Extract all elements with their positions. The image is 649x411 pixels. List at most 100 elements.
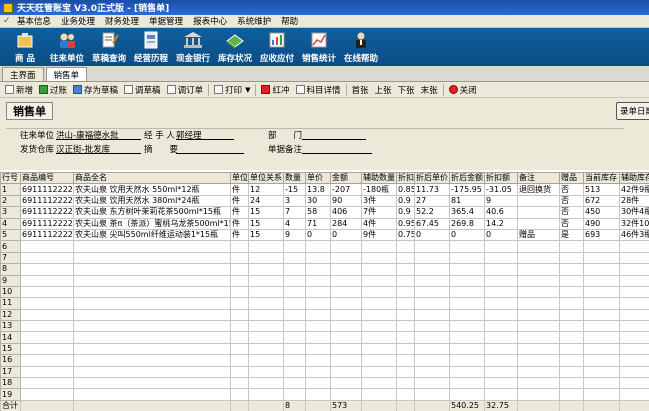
history-button[interactable]: 经营历程	[130, 30, 172, 66]
table-cell[interactable]: 4	[283, 217, 306, 230]
table-cell[interactable]	[73, 251, 231, 265]
table-cell[interactable]: 否	[559, 194, 584, 208]
table-cell[interactable]	[361, 354, 397, 367]
table-cell[interactable]	[330, 365, 362, 379]
table-cell[interactable]: 450	[583, 206, 620, 219]
table-cell[interactable]: 否	[559, 206, 584, 219]
table-row[interactable]: 16	[0, 354, 649, 367]
table-cell[interactable]	[330, 320, 362, 333]
table-cell[interactable]	[583, 263, 620, 276]
table-cell[interactable]: 是	[559, 228, 584, 242]
table-cell[interactable]	[361, 365, 397, 379]
new-button[interactable]: 新增	[2, 84, 36, 96]
table-cell[interactable]	[305, 354, 331, 367]
table-cell[interactable]	[20, 342, 74, 356]
table-cell[interactable]	[396, 354, 415, 367]
table-cell[interactable]: 42件9瓶	[619, 183, 649, 196]
table-cell[interactable]	[283, 308, 306, 322]
table-cell[interactable]	[283, 240, 306, 253]
table-cell[interactable]	[361, 240, 397, 253]
table-cell[interactable]	[583, 388, 620, 401]
table-cell[interactable]	[517, 342, 560, 356]
table-cell[interactable]	[559, 274, 584, 287]
table-cell[interactable]	[449, 365, 485, 379]
table-cell[interactable]	[414, 331, 450, 344]
table-cell[interactable]	[73, 365, 231, 379]
table-cell[interactable]	[449, 377, 485, 390]
column-header[interactable]: 赠品	[559, 171, 584, 185]
table-row[interactable]: 26911112222002农夫山泉 饮用天然水 380ml*24瓶件24330…	[0, 194, 649, 208]
table-cell[interactable]	[283, 251, 306, 265]
table-row[interactable]: 19	[0, 388, 649, 401]
table-cell[interactable]: 6911112222003	[20, 206, 74, 219]
cash-bank-button[interactable]: 现金银行	[172, 30, 214, 66]
table-cell[interactable]: 6911112222005	[20, 228, 74, 242]
table-cell[interactable]	[396, 342, 415, 356]
table-cell[interactable]	[361, 263, 397, 276]
table-cell[interactable]	[361, 251, 397, 265]
table-cell[interactable]	[449, 263, 485, 276]
table-row[interactable]: 14	[0, 331, 649, 344]
table-cell[interactable]	[484, 285, 518, 299]
table-cell[interactable]	[517, 297, 560, 310]
table-cell[interactable]	[330, 263, 362, 276]
table-cell[interactable]	[73, 285, 231, 299]
table-cell[interactable]	[283, 377, 306, 390]
table-cell[interactable]	[414, 377, 450, 390]
last-record-button[interactable]: 末张	[418, 84, 441, 96]
column-header[interactable]: 商品编号	[20, 171, 74, 185]
table-cell[interactable]: 0	[305, 228, 331, 242]
table-cell[interactable]	[230, 354, 249, 367]
table-cell[interactable]	[248, 274, 284, 287]
table-cell[interactable]: 件	[230, 228, 249, 242]
table-cell[interactable]: -175.95	[449, 183, 485, 196]
table-cell[interactable]: 15	[248, 217, 284, 230]
column-header[interactable]: 商品全名	[73, 171, 231, 185]
table-cell[interactable]	[484, 240, 518, 253]
table-cell[interactable]: 27	[414, 194, 450, 208]
table-cell[interactable]	[484, 365, 518, 379]
table-cell[interactable]	[619, 308, 649, 322]
table-cell[interactable]	[20, 274, 74, 287]
table-cell[interactable]	[414, 365, 450, 379]
table-cell[interactable]	[248, 285, 284, 299]
table-cell[interactable]	[20, 377, 74, 390]
table-cell[interactable]	[330, 240, 362, 253]
table-cell[interactable]	[20, 308, 74, 322]
column-header[interactable]: 行号	[0, 171, 21, 185]
table-cell[interactable]	[517, 263, 560, 276]
table-row[interactable]: 10	[0, 285, 649, 299]
table-cell[interactable]: -15	[283, 183, 306, 196]
table-row[interactable]: 36911112222003农夫山泉 东方树叶茉莉花茶500ml*15瓶件157…	[0, 206, 649, 219]
table-cell[interactable]	[414, 263, 450, 276]
table-cell[interactable]	[559, 308, 584, 322]
table-cell[interactable]	[20, 240, 74, 253]
table-cell[interactable]: 0	[449, 228, 485, 242]
table-cell[interactable]: 退回换货	[517, 183, 560, 196]
table-cell[interactable]	[559, 377, 584, 390]
table-cell[interactable]	[330, 354, 362, 367]
table-cell[interactable]: 284	[330, 217, 362, 230]
table-cell[interactable]	[73, 354, 231, 367]
table-row[interactable]: 16911112222001农夫山泉 饮用天然水 550ml*12瓶件12-15…	[0, 183, 649, 196]
table-cell[interactable]: 90	[330, 194, 362, 208]
table-cell[interactable]	[396, 320, 415, 333]
table-cell[interactable]	[73, 240, 231, 253]
table-cell[interactable]	[248, 331, 284, 344]
table-cell[interactable]	[305, 297, 331, 310]
table-cell[interactable]	[305, 377, 331, 390]
table-cell[interactable]	[396, 263, 415, 276]
table-cell[interactable]	[20, 263, 74, 276]
load-draft-button[interactable]: 调草稿	[121, 84, 164, 96]
table-cell[interactable]: 农夫山泉 东方树叶茉莉花茶500ml*15瓶	[73, 206, 231, 219]
table-cell[interactable]	[559, 388, 584, 401]
table-cell[interactable]: 46件3瓶	[619, 228, 649, 242]
table-cell[interactable]	[248, 365, 284, 379]
column-header[interactable]: 当前库存	[583, 171, 620, 185]
table-cell[interactable]	[20, 331, 74, 344]
table-cell[interactable]	[248, 320, 284, 333]
unit-field[interactable]: 洪山-康福德水批	[56, 129, 141, 141]
table-cell[interactable]	[396, 240, 415, 253]
stock-status-button[interactable]: 库存状况	[214, 30, 256, 66]
menu-finance[interactable]: 财务处理	[100, 15, 144, 27]
